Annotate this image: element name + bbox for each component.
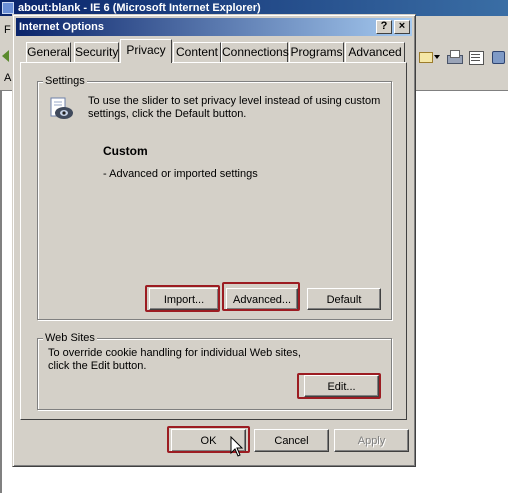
privacy-icon xyxy=(50,97,73,119)
toolbar-fragment xyxy=(412,46,508,68)
web-sites-group-label: Web Sites xyxy=(43,332,97,344)
advanced-button[interactable]: Advanced... xyxy=(226,288,298,310)
default-button[interactable]: Default xyxy=(307,288,381,310)
tab-programs[interactable]: Programs xyxy=(289,42,344,62)
close-button[interactable]: × xyxy=(394,20,410,34)
tab-privacy[interactable]: Privacy xyxy=(120,39,172,63)
tab-connections[interactable]: Connections xyxy=(221,42,289,62)
tab-general[interactable]: General xyxy=(26,42,71,62)
mail-icon[interactable] xyxy=(418,49,434,65)
tab-advanced[interactable]: Advanced xyxy=(345,42,405,62)
address-bar-fragment[interactable]: A xyxy=(4,72,11,84)
edit-icon[interactable] xyxy=(468,49,484,65)
discuss-icon[interactable] xyxy=(490,49,506,65)
import-button[interactable]: Import... xyxy=(149,288,219,310)
settings-description-line1: To use the slider to set privacy level i… xyxy=(88,95,381,107)
cancel-button[interactable]: Cancel xyxy=(254,429,329,452)
ie-window-icon xyxy=(2,2,14,14)
dialog-title: Internet Options xyxy=(19,21,104,33)
tab-security[interactable]: Security xyxy=(74,42,119,62)
print-icon[interactable] xyxy=(446,49,463,65)
tab-content[interactable]: Content xyxy=(173,42,221,62)
web-sites-description-line1: To override cookie handling for individu… xyxy=(48,347,301,359)
mail-dropdown-arrow-icon[interactable] xyxy=(434,55,440,59)
menu-bar-fragment[interactable]: F xyxy=(4,24,11,36)
settings-description-line2: settings, click the Default button. xyxy=(88,108,247,120)
web-sites-description-line2: click the Edit button. xyxy=(48,360,147,372)
mouse-cursor-icon xyxy=(230,436,244,457)
dialog-titlebar[interactable]: Internet Options ? × xyxy=(16,18,412,36)
help-button[interactable]: ? xyxy=(376,20,392,34)
privacy-level-name: Custom xyxy=(103,144,148,158)
edit-button[interactable]: Edit... xyxy=(304,375,379,397)
back-arrow-icon[interactable] xyxy=(0,46,10,66)
apply-button[interactable]: Apply xyxy=(334,429,409,452)
privacy-level-detail: - Advanced or imported settings xyxy=(103,168,258,180)
settings-group-label: Settings xyxy=(43,75,87,87)
